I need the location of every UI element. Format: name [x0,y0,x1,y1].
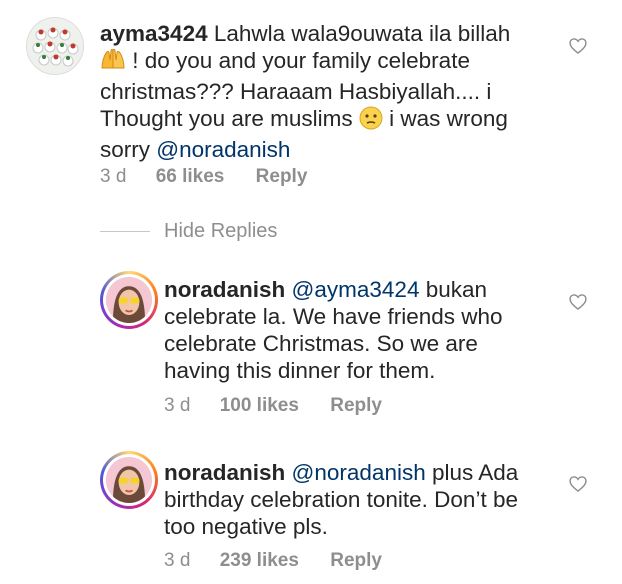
reply-meta: 3 d 100 likes Reply [164,395,382,417]
heart-outline-icon[interactable] [568,292,588,312]
avatar[interactable] [26,17,84,75]
hide-replies-button[interactable]: Hide Replies [164,220,277,243]
mention-link[interactable]: @noradanish [292,460,426,485]
reply-username[interactable]: noradanish [164,460,285,485]
raised-hands-emoji-icon [100,48,126,78]
likes-count[interactable]: 100 likes [220,395,299,417]
comment-meta: 3 d 66 likes Reply [100,166,307,188]
reply-text: noradanish @ayma3424 bukan celebrate la.… [164,276,524,384]
replies-divider [100,231,150,232]
heart-outline-icon[interactable] [568,474,588,494]
mention-link[interactable]: @noradanish [156,137,290,162]
comment-text: ayma3424 Lahwla wala9ouwata ila billah !… [100,20,540,163]
reply-button[interactable]: Reply [330,550,382,572]
reply-timestamp: 3 d [164,395,191,416]
avatar-image [106,457,152,503]
reply-button[interactable]: Reply [256,166,308,188]
comment-username[interactable]: ayma3424 [100,21,208,46]
reply-text: noradanish @noradanish plus Ada birthday… [164,459,534,540]
reply-username[interactable]: noradanish [164,277,285,302]
reply-timestamp: 3 d [164,550,191,571]
avatar[interactable] [100,271,158,329]
comment-body-part-1: Lahwla wala9ouwata ila billah [213,21,511,46]
confused-face-emoji-icon [359,106,383,136]
reply-meta: 3 d 239 likes Reply [164,550,382,572]
comment-timestamp: 3 d [100,166,127,187]
avatar-image [27,18,83,74]
avatar-image [106,277,152,323]
likes-count[interactable]: 66 likes [156,166,225,188]
avatar[interactable] [100,451,158,509]
heart-outline-icon[interactable] [568,36,588,56]
likes-count[interactable]: 239 likes [220,550,299,572]
mention-link[interactable]: @ayma3424 [292,277,420,302]
reply-button[interactable]: Reply [330,395,382,417]
